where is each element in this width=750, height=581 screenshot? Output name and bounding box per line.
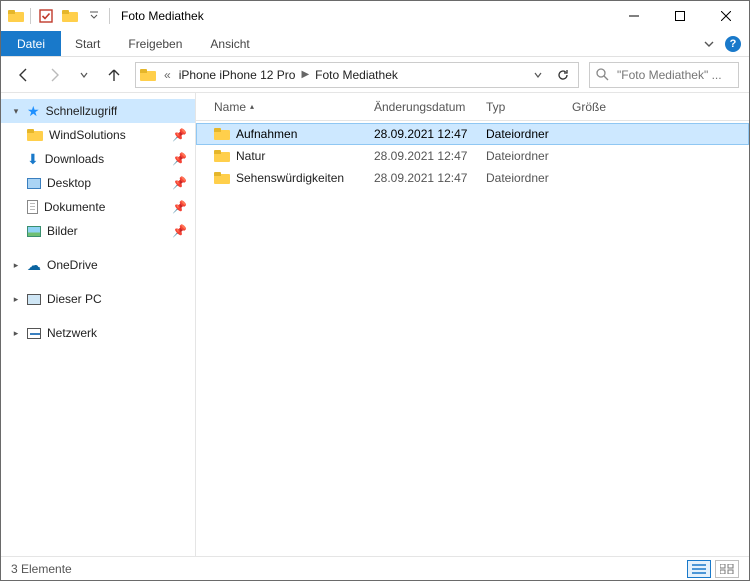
sidebar-item-label: Dieser PC xyxy=(47,292,102,306)
minimize-button[interactable] xyxy=(611,1,657,31)
star-icon: ★ xyxy=(27,103,40,120)
help-button[interactable]: ? xyxy=(725,36,741,52)
file-list: Name ▴ Änderungsdatum Typ Größe Aufnahme… xyxy=(196,93,749,556)
sidebar: ▾ ★ Schnellzugriff WindSolutions 📌 ⬇ Dow… xyxy=(1,93,196,556)
tab-freigeben[interactable]: Freigeben xyxy=(114,31,196,56)
pin-icon: 📌 xyxy=(172,176,187,190)
sort-ascending-icon: ▴ xyxy=(250,102,254,111)
address-bar[interactable]: « iPhone iPhone 12 Pro ▶ Foto Mediathek xyxy=(135,62,579,88)
file-type: Dateiordner xyxy=(478,149,564,163)
sidebar-item-label: Netzwerk xyxy=(47,326,97,340)
column-header-label: Typ xyxy=(486,100,505,114)
sidebar-item-label: OneDrive xyxy=(47,258,98,272)
onedrive-icon: ☁ xyxy=(27,257,41,274)
chevron-right-icon[interactable]: ▶ xyxy=(299,69,311,80)
file-date: 28.09.2021 12:47 xyxy=(366,171,478,185)
file-type: Dateiordner xyxy=(478,127,564,141)
file-date: 28.09.2021 12:47 xyxy=(366,127,478,141)
chevron-right-icon[interactable]: ▸ xyxy=(11,260,21,271)
window-title: Foto Mediathek xyxy=(121,9,204,23)
file-name: Natur xyxy=(236,149,265,163)
sidebar-item-label: Downloads xyxy=(45,152,104,166)
file-row[interactable]: Aufnahmen 28.09.2021 12:47Dateiordner xyxy=(196,123,749,145)
qat-customize-button[interactable] xyxy=(82,5,106,27)
sidebar-item-label: Desktop xyxy=(47,176,91,190)
sidebar-item-dokumente[interactable]: Dokumente 📌 xyxy=(1,195,195,219)
file-name: Aufnahmen xyxy=(236,127,297,141)
status-bar: 3 Elemente xyxy=(1,556,749,580)
file-name: Sehenswürdigkeiten xyxy=(236,171,344,185)
sidebar-item-network[interactable]: ▸ Netzwerk xyxy=(1,321,195,345)
nav-row: « iPhone iPhone 12 Pro ▶ Foto Mediathek xyxy=(1,57,749,93)
ribbon-tabs: Datei Start Freigeben Ansicht ? xyxy=(1,31,749,57)
sidebar-quick-access[interactable]: ▾ ★ Schnellzugriff xyxy=(1,99,195,123)
title-bar: Foto Mediathek xyxy=(1,1,749,31)
column-header-label: Größe xyxy=(572,100,606,114)
refresh-button[interactable] xyxy=(548,68,578,82)
qat-properties-button[interactable] xyxy=(34,5,58,27)
folder-icon xyxy=(214,128,230,140)
file-date: 28.09.2021 12:47 xyxy=(366,149,478,163)
status-count: 3 Elemente xyxy=(11,562,72,576)
sidebar-item-downloads[interactable]: ⬇ Downloads 📌 xyxy=(1,147,195,171)
maximize-button[interactable] xyxy=(657,1,703,31)
pin-icon: 📌 xyxy=(172,224,187,238)
folder-icon xyxy=(27,129,43,141)
chevron-right-icon[interactable]: ▸ xyxy=(11,294,21,305)
sidebar-item-desktop[interactable]: Desktop 📌 xyxy=(1,171,195,195)
column-headers: Name ▴ Änderungsdatum Typ Größe xyxy=(196,93,749,121)
column-header-name[interactable]: Name ▴ xyxy=(196,100,366,114)
chevron-right-icon[interactable]: ▸ xyxy=(11,328,21,339)
column-header-date[interactable]: Änderungsdatum xyxy=(366,100,478,114)
file-type: Dateiordner xyxy=(478,171,564,185)
file-row[interactable]: Natur 28.09.2021 12:47Dateiordner xyxy=(196,145,749,167)
tab-start[interactable]: Start xyxy=(61,31,114,56)
breadcrumb-overflow[interactable]: « xyxy=(160,68,175,82)
nav-back-button[interactable] xyxy=(11,62,37,88)
tab-file[interactable]: Datei xyxy=(1,31,61,56)
nav-up-button[interactable] xyxy=(101,62,127,88)
sidebar-item-bilder[interactable]: Bilder 📌 xyxy=(1,219,195,243)
desktop-icon xyxy=(27,178,41,189)
qat-folder-button[interactable] xyxy=(58,5,82,27)
tab-ansicht[interactable]: Ansicht xyxy=(196,31,263,56)
sidebar-item-label: Bilder xyxy=(47,224,78,238)
address-dropdown-button[interactable] xyxy=(526,70,548,80)
address-folder-icon xyxy=(136,69,160,81)
sidebar-item-label: Schnellzugriff xyxy=(46,104,118,118)
nav-forward-button[interactable] xyxy=(41,62,67,88)
nav-recent-dropdown[interactable] xyxy=(71,62,97,88)
breadcrumb-item[interactable]: iPhone iPhone 12 Pro xyxy=(175,68,300,82)
ribbon-collapse-button[interactable] xyxy=(699,34,719,54)
file-row[interactable]: Sehenswürdigkeiten 28.09.2021 12:47Dateio… xyxy=(196,167,749,189)
pin-icon: 📌 xyxy=(172,128,187,142)
network-icon xyxy=(27,328,41,339)
pin-icon: 📌 xyxy=(172,152,187,166)
search-input[interactable] xyxy=(615,67,732,83)
search-icon xyxy=(596,68,609,81)
breadcrumb-item[interactable]: Foto Mediathek xyxy=(311,68,402,82)
view-details-button[interactable] xyxy=(687,560,711,578)
sidebar-item-onedrive[interactable]: ▸ ☁ OneDrive xyxy=(1,253,195,277)
sidebar-item-windsolutions[interactable]: WindSolutions 📌 xyxy=(1,123,195,147)
search-box[interactable] xyxy=(589,62,739,88)
view-large-icons-button[interactable] xyxy=(715,560,739,578)
folder-icon xyxy=(214,172,230,184)
sidebar-item-label: Dokumente xyxy=(44,200,105,214)
column-header-label: Änderungsdatum xyxy=(374,100,465,114)
sidebar-item-label: WindSolutions xyxy=(49,128,126,142)
pictures-icon xyxy=(27,226,41,237)
sidebar-item-thispc[interactable]: ▸ Dieser PC xyxy=(1,287,195,311)
download-icon: ⬇ xyxy=(27,151,39,168)
app-folder-icon xyxy=(5,5,27,27)
pin-icon: 📌 xyxy=(172,200,187,214)
chevron-down-icon[interactable]: ▾ xyxy=(11,106,21,117)
pc-icon xyxy=(27,294,41,305)
column-header-type[interactable]: Typ xyxy=(478,100,564,114)
close-button[interactable] xyxy=(703,1,749,31)
column-header-label: Name xyxy=(214,100,246,114)
document-icon xyxy=(27,200,38,214)
column-header-size[interactable]: Größe xyxy=(564,100,634,114)
folder-icon xyxy=(214,150,230,162)
